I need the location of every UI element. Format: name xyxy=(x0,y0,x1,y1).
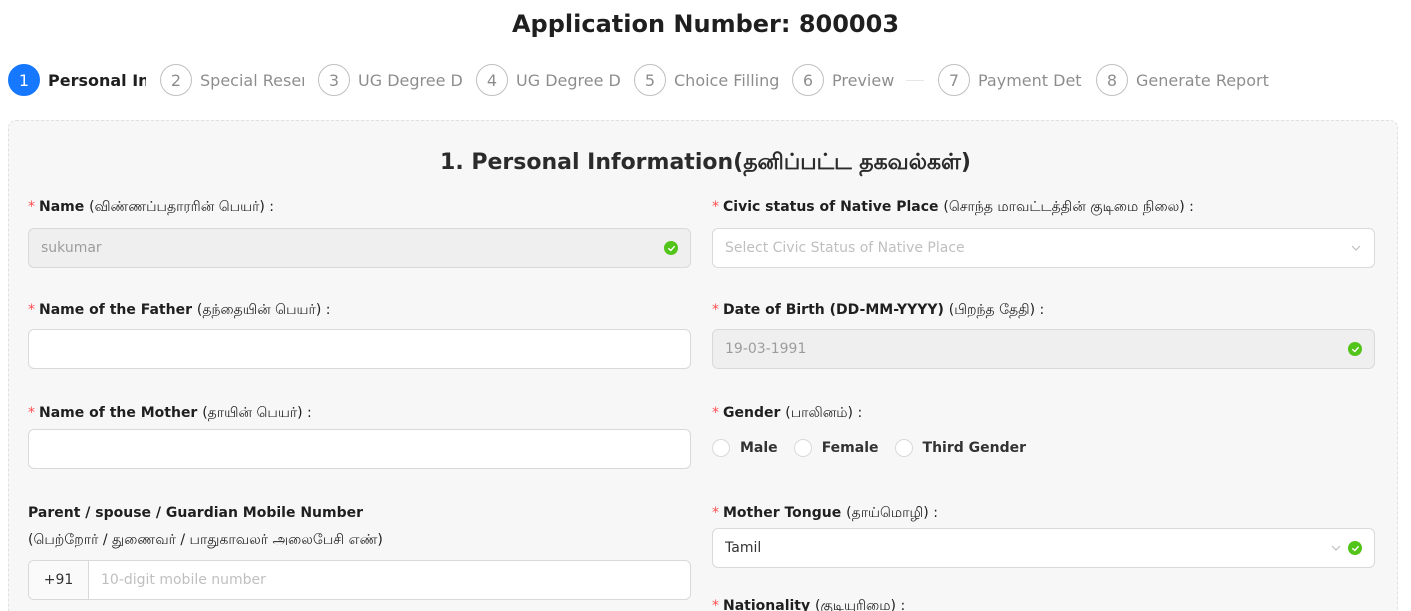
step-7[interactable]: 7 Payment Details xyxy=(938,64,1096,96)
required-mark: * xyxy=(712,505,719,521)
radio-circle[interactable] xyxy=(712,439,730,457)
chevron-down-icon xyxy=(1330,542,1342,554)
radio-circle[interactable] xyxy=(793,439,812,457)
required-mark: * xyxy=(712,405,719,421)
mother-name-input[interactable] xyxy=(28,429,691,469)
step-8-title: Generate Report xyxy=(1136,70,1269,90)
steps-navigation: 1 Personal Information 2 Special Reserva… xyxy=(8,62,1406,98)
check-circle-icon xyxy=(664,241,678,255)
step-4[interactable]: 4 UG Degree Details xyxy=(476,64,634,96)
step-3[interactable]: 3 UG Degree Details xyxy=(318,64,476,96)
step-2-icon: 2 xyxy=(160,64,192,96)
step-4-icon: 4 xyxy=(476,64,508,96)
required-mark: * xyxy=(28,405,35,421)
mother-tongue-select[interactable]: Tamil xyxy=(712,528,1375,568)
step-1-icon: 1 xyxy=(8,64,40,96)
name-value: sukumar xyxy=(41,240,102,256)
dob-label: * Date of Birth (DD-MM-YYYY) (பிறந்த தேதி… xyxy=(712,302,1045,318)
step-7-icon: 7 xyxy=(938,64,970,96)
mother-tongue-value: Tamil xyxy=(725,540,762,556)
guardian-mobile-label: Parent / spouse / Guardian Mobile Number xyxy=(28,505,364,521)
step-1-title: Personal Information xyxy=(48,70,146,90)
step-8[interactable]: 8 Generate Report xyxy=(1096,64,1282,96)
gender-option-male[interactable]: Male xyxy=(712,439,778,457)
step-6-title: Preview xyxy=(832,70,895,90)
gender-option-female[interactable]: Female xyxy=(793,439,879,457)
name-label: * Name (விண்ணப்பதாரரின் பெயர்) : xyxy=(28,199,275,215)
application-number-title: Application Number: 800003 xyxy=(511,10,900,38)
required-mark: * xyxy=(712,199,719,215)
civic-status-placeholder: Select Civic Status of Native Place xyxy=(725,240,965,256)
chevron-down-icon xyxy=(1350,242,1362,254)
guardian-mobile-input[interactable]: +91 10-digit mobile number xyxy=(28,560,691,600)
required-mark: * xyxy=(712,302,719,318)
father-name-label: * Name of the Father (தந்தையின் பெயர்) : xyxy=(28,302,331,318)
step-5-icon: 5 xyxy=(634,64,666,96)
country-code-prefix: +91 xyxy=(29,561,89,599)
gender-label: * Gender (பாலினம்) : xyxy=(712,405,863,421)
guardian-mobile-placeholder: 10-digit mobile number xyxy=(101,572,266,588)
step-7-title: Payment Details xyxy=(978,70,1082,90)
name-input[interactable]: sukumar xyxy=(28,228,691,268)
check-circle-icon xyxy=(1348,342,1362,356)
step-2-title: Special Reservation xyxy=(200,70,304,90)
section-title: 1. Personal Information(தனிப்பட்ட தகவல்க… xyxy=(440,150,971,175)
required-mark: * xyxy=(28,302,35,318)
step-1[interactable]: 1 Personal Information xyxy=(8,64,160,96)
radio-circle[interactable] xyxy=(894,439,913,457)
step-8-icon: 8 xyxy=(1096,64,1128,96)
step-3-icon: 3 xyxy=(318,64,350,96)
gender-option-third-gender[interactable]: Third Gender xyxy=(894,439,1026,457)
guardian-mobile-label-tamil: (பெற்றோர் / துணைவர் / பாதுகாவலர் அலைபேசி… xyxy=(28,532,383,548)
civic-status-select[interactable]: Select Civic Status of Native Place xyxy=(712,228,1375,268)
step-2[interactable]: 2 Special Reservation xyxy=(160,64,318,96)
nationality-label: * Nationality (குடியுரிமை) : xyxy=(712,598,905,611)
required-mark: * xyxy=(28,199,35,215)
civic-status-label: * Civic status of Native Place (சொந்த மாவ… xyxy=(712,199,1194,215)
step-6[interactable]: 6 Preview xyxy=(792,64,938,96)
step-6-icon: 6 xyxy=(792,64,824,96)
step-3-title: UG Degree Details xyxy=(358,70,462,90)
step-5[interactable]: 5 Choice Filling xyxy=(634,64,792,96)
step-4-title: UG Degree Details xyxy=(516,70,620,90)
step-connector xyxy=(906,79,924,81)
gender-radio-group: Male Female Third Gender xyxy=(712,439,1042,457)
step-5-title: Choice Filling xyxy=(674,70,778,90)
mother-tongue-label: * Mother Tongue (தாய்மொழி) : xyxy=(712,505,938,521)
required-mark: * xyxy=(712,598,719,611)
father-name-input[interactable] xyxy=(28,329,691,369)
dob-input[interactable]: 19-03-1991 xyxy=(712,329,1375,369)
check-circle-icon xyxy=(1348,541,1362,555)
mother-name-label: * Name of the Mother (தாயின் பெயர்) : xyxy=(28,405,312,421)
dob-value: 19-03-1991 xyxy=(725,341,807,357)
